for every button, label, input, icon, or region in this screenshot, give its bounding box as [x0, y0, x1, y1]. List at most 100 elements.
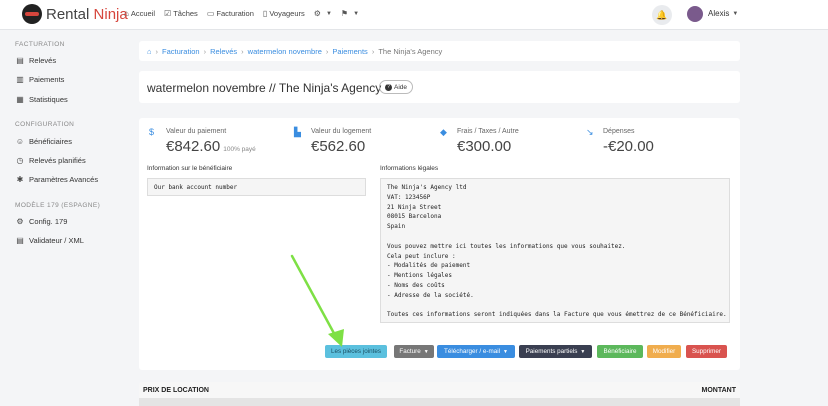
gear-icon: ⚙ [16, 217, 24, 226]
breadcrumb-separator: › [325, 46, 329, 56]
stat-label: Frais / Taxes / Autre [457, 128, 519, 135]
stat-value: €562.60 [311, 138, 366, 155]
nav-label: Tâches [173, 9, 198, 18]
breadcrumb-facturation[interactable]: Facturation [162, 47, 200, 56]
sidebar-item-label: Paramètres Avancés [29, 175, 99, 184]
brand-name: Rental Ninja [46, 5, 128, 23]
breadcrumb-releves[interactable]: Relevés [210, 47, 237, 56]
caret-down-icon: ▼ [423, 348, 429, 355]
attachments-button[interactable]: Les pièces jointes [325, 345, 387, 358]
sidebar-item-paiements[interactable]: ▥ Paiements [15, 75, 64, 84]
button-label: Supprimer [691, 348, 722, 355]
sidebar-item-beneficiaires[interactable]: ☺ Bénéficiaires [15, 137, 72, 146]
delete-button[interactable]: Supprimer [686, 345, 727, 358]
brand-logo[interactable]: Rental Ninja [22, 4, 128, 24]
trend-down-icon: ↘ [586, 127, 594, 137]
payment-details-card: $ Valeur du paiement €842.60 100% payé ▙ … [139, 118, 740, 370]
sidebar-item-label: Config. 179 [29, 217, 68, 226]
sidebar-item-validateur-xml[interactable]: ▤ Validateur / XML [15, 236, 84, 245]
sidebar-item-releves-planifies[interactable]: ◷ Relevés planifiés [15, 156, 86, 165]
nav-voyageurs[interactable]: ▯ Voyageurs [263, 9, 305, 18]
sidebar-heading-modele-179: Modèle 179 (Espagne) [15, 202, 101, 209]
sidebar-item-label: Paiements [29, 75, 65, 84]
chart-icon: ▦ [16, 95, 24, 104]
download-email-button[interactable]: Télécharger / e-mail ▼ [437, 345, 515, 358]
main-nav: ⌂ Accueil ☑ Tâches ▭ Facturation ▯ Voyageurs… [124, 9, 368, 18]
beneficiary-info-label: Information sur le bénéficiaire [147, 165, 233, 172]
button-label: Bénéficiaire [603, 348, 637, 355]
sidebar-heading-facturation: Facturation [15, 41, 65, 48]
flag-icon: ⚑ [340, 9, 349, 18]
nav-accueil[interactable]: ⌂ Accueil [124, 9, 155, 18]
caret-down-icon: ▼ [503, 348, 508, 355]
nav-label: Accueil [130, 9, 156, 18]
breadcrumb-current: The Ninja's Agency [378, 46, 443, 56]
beneficiary-button[interactable]: Bénéficiaire [597, 345, 643, 358]
legal-info-text: The Ninja's Agency ltd VAT: 123456P 21 N… [380, 178, 730, 323]
button-label: Télécharger / e-mail [444, 348, 501, 355]
nav-taches[interactable]: ☑ Tâches [164, 9, 198, 18]
breadcrumb-separator: › [241, 46, 244, 56]
sidebar-heading-configuration: Configuration [15, 121, 75, 128]
alarm-icon: ◷ [16, 156, 24, 165]
document-icon: ▤ [16, 56, 24, 65]
sidebar-item-releves[interactable]: ▤ Relevés [15, 56, 56, 65]
sidebar-item-statistiques[interactable]: ▦ Statistiques [15, 95, 68, 104]
column-header-rental-price: PRIX DE LOCATION [143, 387, 209, 394]
user-menu[interactable]: Alexis ▼ [708, 9, 738, 18]
breadcrumb-paiements[interactable]: Paiements [332, 47, 367, 56]
button-label: Paiements partiels [525, 348, 578, 355]
travelers-icon: ▯ [262, 9, 268, 18]
nav-label: Voyageurs [269, 9, 305, 18]
breadcrumb-releve-name[interactable]: watermelon novembre [248, 47, 322, 56]
nav-facturation[interactable]: ▭ Facturation [207, 9, 254, 18]
table-row [139, 398, 740, 406]
invoice-dropdown-button[interactable]: Facture ▼ [394, 345, 434, 358]
gear-icon: ⚙ [313, 9, 321, 18]
user-name: Alexis [708, 9, 730, 18]
stat-label: Valeur du paiement [166, 128, 227, 135]
sidebar-item-config-179[interactable]: ⚙ Config. 179 [15, 217, 67, 226]
breadcrumb: ⌂ › Facturation › Relevés › watermelon n… [139, 41, 740, 61]
sidebar-item-label: Relevés planifiés [29, 156, 86, 165]
stat-label: Dépenses [603, 128, 635, 135]
language-menu[interactable]: ⚑ ▼ [341, 9, 359, 18]
partial-payments-button[interactable]: Paiements partiels ▼ [519, 345, 592, 358]
home-icon: ⌂ [124, 9, 129, 18]
beneficiary-info-text: Our bank account number [147, 178, 366, 196]
button-label: Facture [399, 348, 421, 355]
breadcrumb-separator: › [203, 46, 207, 56]
help-label: Aide [394, 83, 408, 91]
home-icon[interactable]: ⌂ [147, 47, 152, 56]
top-navbar: Rental Ninja ⌂ Accueil ☑ Tâches ▭ Facturati… [0, 0, 828, 30]
avatar[interactable] [687, 6, 703, 22]
help-button[interactable]: ? Aide [379, 80, 414, 94]
users-icon: ☺ [15, 137, 25, 146]
chevron-down-icon: ▼ [732, 10, 739, 17]
settings-menu[interactable]: ⚙ ▼ [314, 9, 332, 18]
stat-value: €300.00 [457, 138, 512, 155]
caret-down-icon: ▼ [580, 348, 586, 355]
sidebar-item-parametres-avances[interactable]: ✱ Paramètres Avancés [15, 175, 98, 184]
edit-button[interactable]: Modifier [647, 345, 681, 358]
breadcrumb-separator: › [155, 46, 159, 56]
bank-icon: ▥ [16, 75, 24, 84]
page-title: watermelon novembre // The Ninja's Agenc… [147, 81, 382, 95]
button-label: Modifier [652, 348, 676, 355]
list-icon: ▤ [16, 236, 24, 245]
sidebar-item-label: Validateur / XML [29, 236, 84, 245]
chevron-down-icon: ▼ [353, 10, 360, 17]
sidebar: Facturation ▤ Relevés ▥ Paiements ▦ Statist… [0, 30, 128, 406]
puzzle-icon: ✱ [16, 175, 24, 184]
button-label: Les pièces jointes [330, 348, 382, 355]
nav-label: Facturation [216, 9, 254, 18]
stat-label: Valeur du logement [311, 128, 372, 135]
column-header-amount: MONTANT [701, 387, 736, 394]
notifications-bell-icon[interactable]: 🔔 [652, 5, 672, 25]
invoice-icon: ▭ [206, 9, 215, 18]
stat-value: €842.60 100% payé [166, 138, 256, 155]
legal-info-label: Informations légales [380, 165, 439, 172]
title-card: watermelon novembre // The Ninja's Agenc… [139, 71, 740, 103]
question-icon: ? [385, 83, 392, 91]
stat-value: -€20.00 [603, 138, 654, 155]
